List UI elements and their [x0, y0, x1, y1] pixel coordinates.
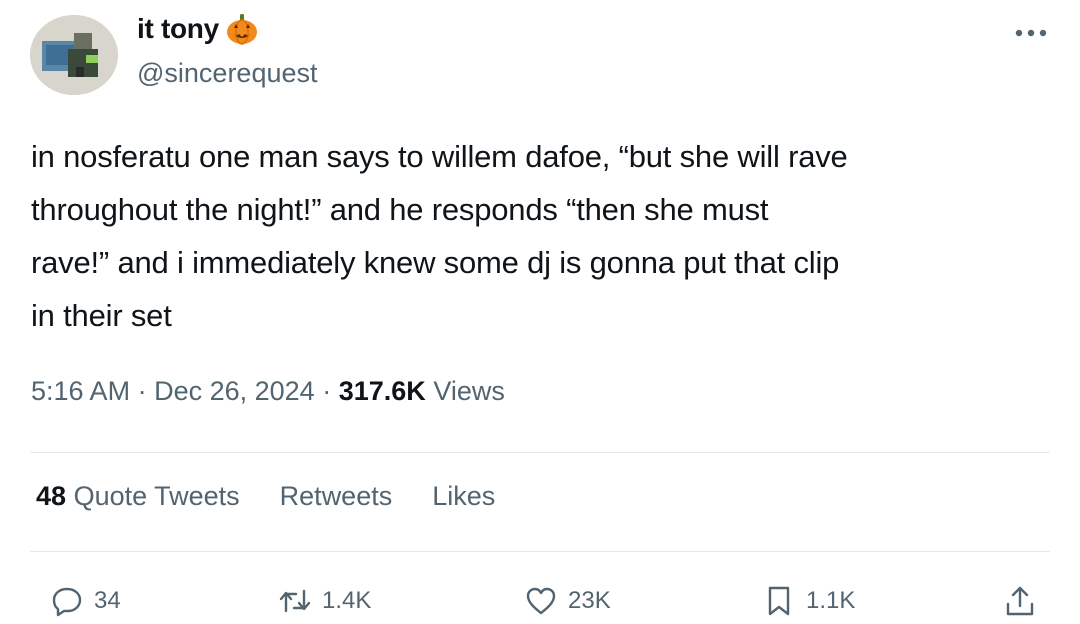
quote-tweets-link[interactable]: 48 Quote Tweets: [36, 481, 240, 512]
retweets-link[interactable]: Retweets: [280, 481, 393, 512]
avatar[interactable]: [30, 15, 118, 95]
tweet-text-line: rave!” and i immediately knew some dj is…: [31, 245, 840, 280]
tweet-meta: 5:16 AM · Dec 26, 2024 · 317.6K Views: [31, 376, 505, 407]
jack-o-lantern-icon: [226, 14, 257, 45]
bookmark-button[interactable]: 1.1K: [762, 584, 855, 618]
tweet-card: it tony @sincerequest in nosferatu one m…: [0, 0, 1080, 624]
heart-icon: [526, 587, 556, 615]
meta-separator: ·: [137, 376, 155, 406]
retweet-button[interactable]: 1.4K: [278, 584, 371, 618]
reply-button[interactable]: 34: [50, 584, 121, 618]
tweet-text: in nosferatu one man says to willem dafo…: [31, 130, 1061, 342]
bookmark-icon: [768, 586, 790, 616]
retweet-count: 1.4K: [322, 587, 372, 614]
quote-label: Quote Tweets: [73, 481, 240, 511]
meta-separator: ·: [322, 376, 339, 406]
tweet-date[interactable]: Dec 26, 2024: [154, 376, 315, 406]
display-name[interactable]: it tony: [137, 12, 259, 46]
more-dots-icon: [1015, 29, 1047, 37]
engagement-stats: 48 Quote Tweets Retweets Likes: [36, 481, 495, 512]
more-options-button[interactable]: [1010, 18, 1052, 48]
display-name-text: it tony: [137, 13, 219, 44]
avatar-image: [30, 15, 118, 95]
retweet-icon: [279, 589, 311, 613]
user-handle[interactable]: @sincerequest: [137, 58, 318, 89]
divider: [30, 551, 1050, 552]
tweet-text-line: in nosferatu one man says to willem dafo…: [31, 139, 848, 174]
tweet-text-line: in their set: [31, 298, 172, 333]
tweet-time[interactable]: 5:16 AM: [31, 376, 130, 406]
divider: [30, 452, 1050, 453]
share-icon: [1006, 586, 1034, 616]
like-button[interactable]: 23K: [524, 584, 611, 618]
likes-link[interactable]: Likes: [432, 481, 495, 512]
like-count: 23K: [568, 587, 611, 614]
quote-count: 48: [36, 481, 67, 511]
views-count: 317.6K: [338, 376, 426, 406]
share-button[interactable]: [1003, 584, 1037, 618]
reply-icon: [52, 587, 82, 617]
reply-count: 34: [94, 587, 121, 614]
views-label: Views: [433, 376, 505, 406]
tweet-text-line: throughout the night!” and he responds “…: [31, 192, 769, 227]
bookmark-count: 1.1K: [806, 587, 856, 614]
